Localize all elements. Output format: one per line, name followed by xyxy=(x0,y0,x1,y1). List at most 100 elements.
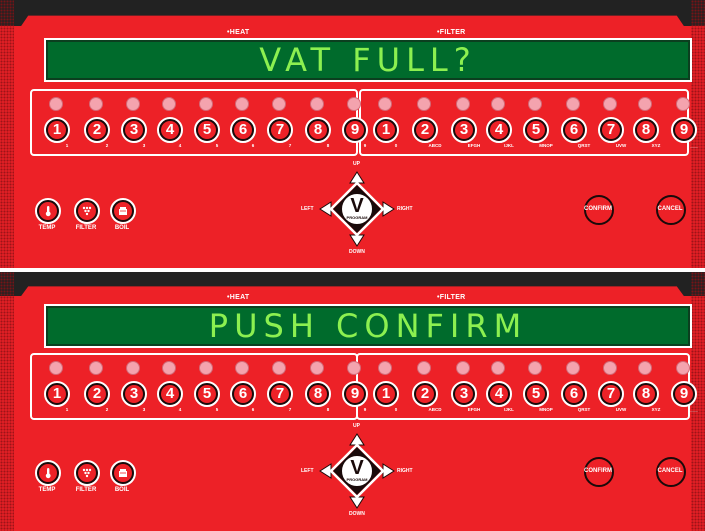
right-label: RIGHT xyxy=(397,206,413,212)
left-key-8[interactable]: 8 xyxy=(305,381,331,407)
key-number: 3 xyxy=(129,385,139,402)
left-slot-led xyxy=(310,97,324,111)
right-key-5[interactable]: 5 xyxy=(523,381,549,407)
key-sublabel: 3 xyxy=(142,407,146,412)
left-key-4[interactable]: 4 xyxy=(157,117,183,143)
right-key-6[interactable]: 6 xyxy=(561,381,587,407)
left-slot-led xyxy=(162,97,176,111)
right-slot-led xyxy=(603,97,617,111)
left-key-3[interactable]: 3 xyxy=(121,117,147,143)
right-key-2[interactable]: 2 xyxy=(412,381,438,407)
right-key-8[interactable]: 8 xyxy=(633,117,659,143)
key-sublabel: EFGH xyxy=(467,407,481,412)
panel-edge-pattern xyxy=(0,0,14,268)
heat-indicator-label: •HEAT xyxy=(227,294,250,301)
right-key-4[interactable]: 4 xyxy=(486,381,512,407)
left-key-5[interactable]: 5 xyxy=(194,381,220,407)
left-key-8[interactable]: 8 xyxy=(305,117,331,143)
right-slot-led xyxy=(491,97,505,111)
right-key-8[interactable]: 8 xyxy=(633,381,659,407)
temp-button[interactable] xyxy=(35,460,61,486)
program-text: PROGRAM xyxy=(346,477,368,482)
boil-button[interactable] xyxy=(110,198,136,224)
right-slot-led xyxy=(417,361,431,375)
right-key-2[interactable]: 2 xyxy=(412,117,438,143)
temp-button[interactable] xyxy=(35,198,61,224)
key-sublabel: 2 xyxy=(105,143,109,148)
boil-button[interactable] xyxy=(110,460,136,486)
key-sublabel: UVW xyxy=(615,143,627,148)
key-sublabel: QRST xyxy=(577,143,591,148)
left-slot-led xyxy=(310,361,324,375)
left-key-6[interactable]: 6 xyxy=(230,117,256,143)
key-sublabel: 0 xyxy=(394,407,398,412)
right-slot-led xyxy=(676,97,690,111)
right-key-7[interactable]: 7 xyxy=(598,117,624,143)
left-key-7[interactable]: 7 xyxy=(267,117,293,143)
left-slot-led xyxy=(49,361,63,375)
right-key-7[interactable]: 7 xyxy=(598,381,624,407)
right-key-6[interactable]: 6 xyxy=(561,117,587,143)
control-panel-top: •HEAT •FILTER VAT FULL? 1122334455667788… xyxy=(0,0,705,268)
key-number: 2 xyxy=(420,385,430,402)
left-key-9[interactable]: 9 xyxy=(342,381,368,407)
key-number: 7 xyxy=(606,385,616,402)
left-key-9[interactable]: 9 xyxy=(342,117,368,143)
right-key-1[interactable]: 1 xyxy=(373,117,399,143)
key-number: 8 xyxy=(313,385,323,402)
right-key-3[interactable]: 3 xyxy=(451,117,477,143)
right-key-5[interactable]: 5 xyxy=(523,117,549,143)
left-key-2[interactable]: 2 xyxy=(84,117,110,143)
key-sublabel: XYZ xyxy=(651,143,661,148)
key-number: 2 xyxy=(92,385,102,402)
filter-icon xyxy=(78,202,96,220)
boil-icon xyxy=(114,202,132,220)
right-slot-led xyxy=(676,361,690,375)
left-key-1[interactable]: 1 xyxy=(44,117,70,143)
key-sublabel: 7 xyxy=(288,143,292,148)
right-key-4[interactable]: 4 xyxy=(486,117,512,143)
key-sublabel: 1 xyxy=(65,407,69,412)
right-key-3[interactable]: 3 xyxy=(451,381,477,407)
filter-button[interactable] xyxy=(74,460,100,486)
key-sublabel: MNOP xyxy=(539,143,553,148)
right-key-9[interactable]: 9 xyxy=(671,117,697,143)
key-number: 4 xyxy=(494,121,504,138)
left-key-2[interactable]: 2 xyxy=(84,381,110,407)
key-number: 7 xyxy=(275,121,285,138)
filter-button[interactable] xyxy=(74,198,100,224)
key-number: 8 xyxy=(313,121,323,138)
key-number: 1 xyxy=(52,121,62,138)
temp-label: TEMP xyxy=(38,487,56,493)
left-slot-led xyxy=(89,361,103,375)
right-slot-led xyxy=(491,361,505,375)
key-number: 9 xyxy=(350,385,360,402)
left-slot-led xyxy=(235,361,249,375)
key-sublabel: 0 xyxy=(394,143,398,148)
thermometer-icon xyxy=(39,202,57,220)
key-number: 6 xyxy=(569,385,579,402)
left-key-1[interactable]: 1 xyxy=(44,381,70,407)
key-number: 2 xyxy=(92,121,102,138)
right-key-1[interactable]: 1 xyxy=(373,381,399,407)
key-sublabel: 2 xyxy=(105,407,109,412)
left-slot-led xyxy=(162,361,176,375)
left-slot-led xyxy=(347,97,361,111)
right-slot-led xyxy=(528,97,542,111)
key-number: 7 xyxy=(275,385,285,402)
key-sublabel: IJKL xyxy=(504,407,514,412)
key-number: 9 xyxy=(679,385,689,402)
key-number: 5 xyxy=(531,385,541,402)
up-label: UP xyxy=(353,423,360,429)
left-key-4[interactable]: 4 xyxy=(157,381,183,407)
key-sublabel: 9 xyxy=(363,143,367,148)
left-key-6[interactable]: 6 xyxy=(230,381,256,407)
key-sublabel: 6 xyxy=(251,143,255,148)
key-number: 6 xyxy=(238,121,248,138)
left-key-7[interactable]: 7 xyxy=(267,381,293,407)
left-key-5[interactable]: 5 xyxy=(194,117,220,143)
right-key-9[interactable]: 9 xyxy=(671,381,697,407)
key-sublabel: 6 xyxy=(251,407,255,412)
left-key-3[interactable]: 3 xyxy=(121,381,147,407)
right-label: RIGHT xyxy=(397,468,413,474)
